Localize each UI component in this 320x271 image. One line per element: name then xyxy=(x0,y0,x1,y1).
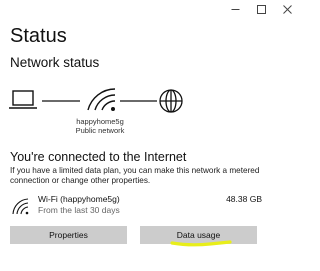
properties-button[interactable]: Properties xyxy=(10,226,127,244)
data-usage-row: Wi-Fi (happyhome5g) From the last 30 day… xyxy=(10,192,262,218)
wifi-signal-icon xyxy=(12,198,29,215)
usage-period: From the last 30 days xyxy=(38,205,120,215)
computer-icon xyxy=(9,90,37,109)
network-type: Public network xyxy=(75,126,125,135)
usage-connection-name: Wi-Fi (happyhome5g) xyxy=(38,194,120,204)
data-usage-button[interactable]: Data usage xyxy=(140,226,257,244)
close-button[interactable] xyxy=(274,2,300,16)
page-title: Status xyxy=(10,25,67,47)
globe-icon xyxy=(159,89,183,113)
wifi-icon xyxy=(87,88,116,111)
maximize-icon xyxy=(256,4,266,14)
connection-description: If you have a limited data plan, you can… xyxy=(10,166,260,185)
section-title: Network status xyxy=(10,55,100,70)
minimize-icon xyxy=(231,8,239,10)
usage-amount: 48.38 GB xyxy=(226,194,262,204)
connection-status-title: You're connected to the Internet xyxy=(10,150,187,164)
maximize-button[interactable] xyxy=(248,2,274,16)
network-name: happyhome5g xyxy=(76,117,124,126)
minimize-button[interactable] xyxy=(222,2,248,16)
window-controls xyxy=(222,2,300,16)
close-icon xyxy=(282,4,292,14)
network-diagram xyxy=(9,88,183,113)
